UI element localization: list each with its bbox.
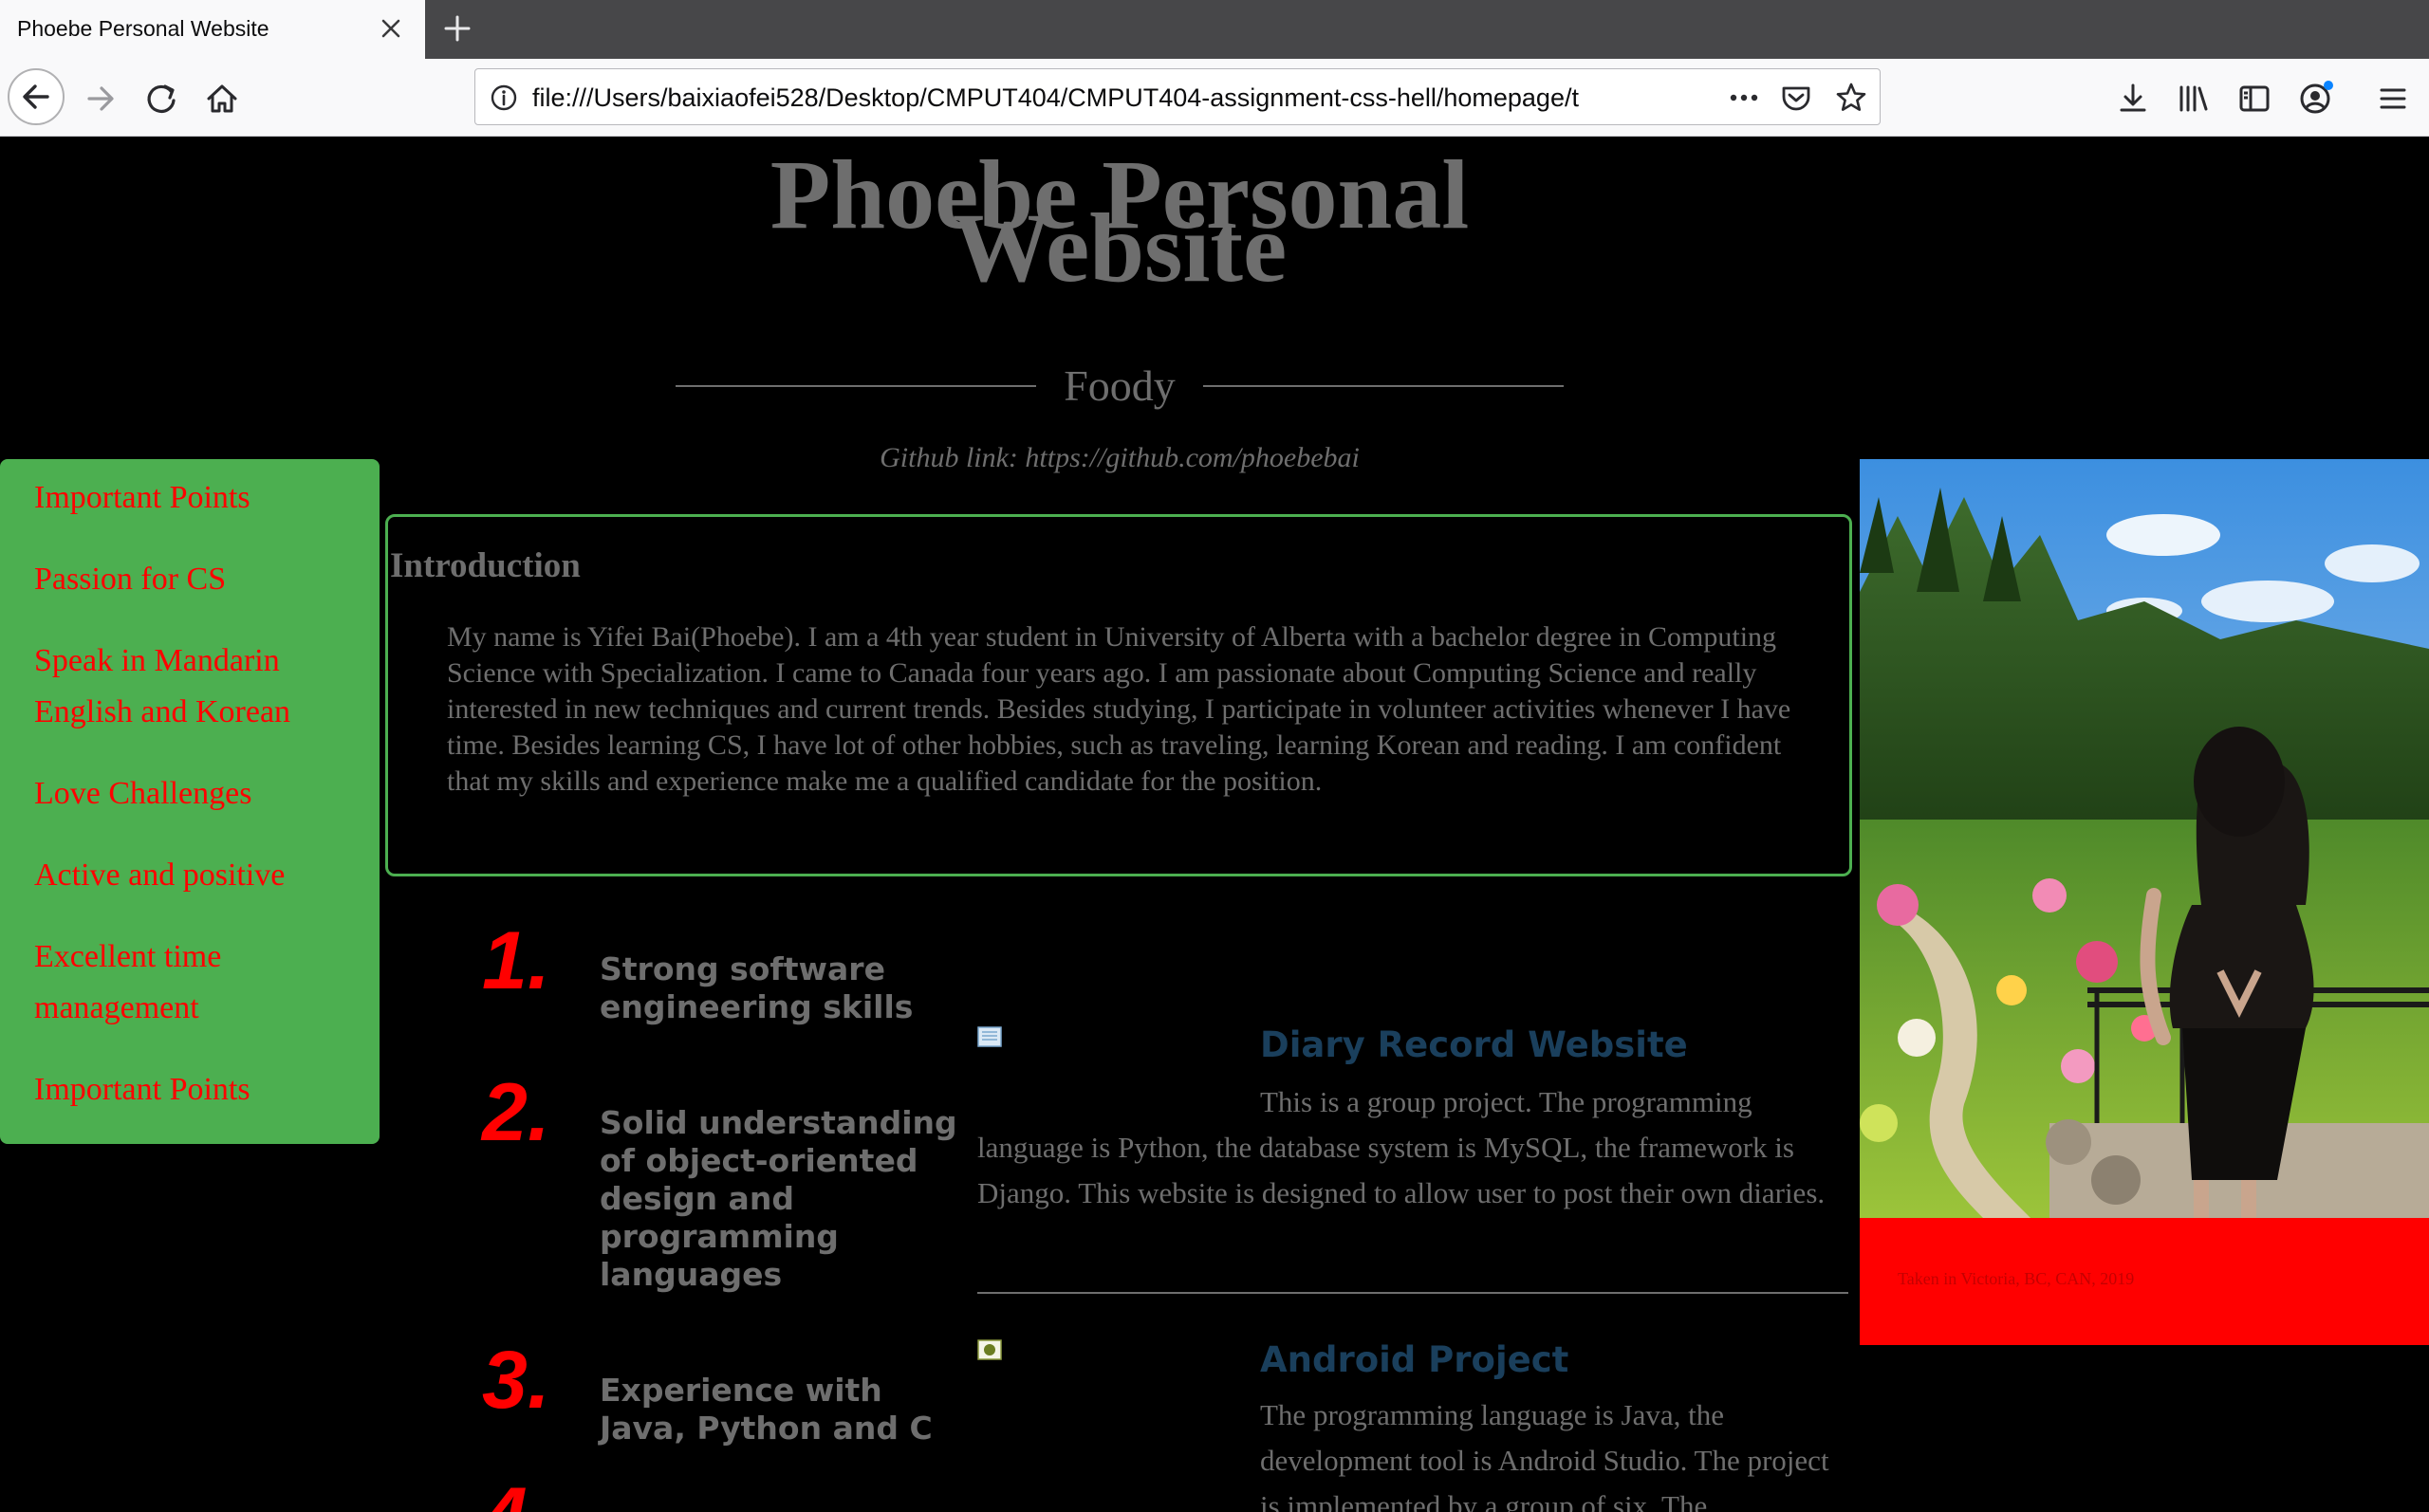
web-page: Phoebe Personal Website Foody Github lin…	[0, 137, 2429, 1512]
account-icon[interactable]	[2296, 80, 2334, 118]
sidebar-item-challenges[interactable]: Love Challenges	[34, 768, 357, 820]
photo-caption: Taken in Victoria, BC, CAN, 2019	[1898, 1269, 2135, 1288]
tab-title: Phoebe Personal Website	[17, 16, 269, 41]
menu-icon[interactable]	[2374, 80, 2412, 118]
sidebar-item-passion[interactable]: Passion for CS	[34, 554, 357, 605]
skill-number: 1.	[482, 915, 550, 1006]
downloads-icon[interactable]	[2114, 80, 2152, 118]
project-title[interactable]: Android Project	[1260, 1339, 1568, 1380]
project-description: This is a group project. The programming…	[977, 1085, 1826, 1209]
project-description: The programming language is Java, the de…	[1260, 1398, 1829, 1512]
site-subtitle: Foody	[1064, 361, 1176, 410]
arrow-left-icon	[23, 84, 49, 109]
forward-icon[interactable]	[76, 74, 125, 123]
skill-text: Solid understanding of object-oriented d…	[600, 1104, 957, 1293]
introduction-heading: Introduction	[390, 546, 581, 585]
broken-image-icon	[977, 1339, 1002, 1360]
skill-number: 4.	[482, 1476, 577, 1512]
skill-number: 2.	[482, 1067, 550, 1158]
address-bar[interactable]: file:///Users/baixiaofei528/Desktop/CMPU…	[474, 68, 1881, 125]
sidebar-item-important-points[interactable]: Important Points	[34, 472, 357, 524]
new-tab-icon[interactable]	[438, 9, 476, 47]
page-actions-icon[interactable]	[1726, 82, 1762, 114]
sidebar-item-languages[interactable]: Speak in Mandarin English and Korean	[34, 636, 357, 738]
skill-text: Experience with Java, Python and C	[600, 1372, 933, 1447]
profile-photo	[1860, 459, 2429, 1218]
photo-caption-bar: Taken in Victoria, BC, CAN, 2019	[1860, 1218, 2429, 1345]
url-text[interactable]: file:///Users/baixiaofei528/Desktop/CMPU…	[532, 83, 1666, 113]
home-icon[interactable]	[197, 74, 247, 123]
skill-text: Strong software engineering skills	[600, 950, 914, 1025]
sidebar: Important Points Passion for CS Speak in…	[0, 459, 380, 1144]
project-title[interactable]: Diary Record Website	[1260, 1024, 1688, 1065]
back-button[interactable]	[8, 68, 65, 125]
info-icon[interactable]	[489, 83, 519, 113]
browser-tab[interactable]: Phoebe Personal Website	[0, 0, 425, 59]
subtitle-divider-left	[676, 385, 1036, 387]
sidebar-item-time-management[interactable]: Excellent time management	[34, 931, 357, 1034]
github-link[interactable]: Github link: https://github.com/phoebeba…	[664, 442, 1575, 474]
skill-number: 3.	[482, 1335, 550, 1426]
pocket-icon[interactable]	[1779, 82, 1813, 114]
project-divider	[977, 1292, 1848, 1294]
site-title: Phoebe Personal Website	[769, 140, 1470, 303]
sidebar-item-active[interactable]: Active and positive	[34, 850, 357, 901]
bookmark-star-icon[interactable]	[1834, 81, 1868, 115]
subtitle-divider-right	[1203, 385, 1564, 387]
close-tab-icon[interactable]	[374, 11, 408, 46]
library-icon[interactable]	[2175, 80, 2213, 118]
reload-icon[interactable]	[137, 74, 186, 123]
navigation-toolbar: file:///Users/baixiaofei528/Desktop/CMPU…	[0, 59, 2429, 137]
broken-image-icon	[977, 1026, 1002, 1047]
subtitle-block: Foody	[676, 360, 1564, 417]
sidebar-toggle-icon[interactable]	[2235, 80, 2273, 118]
sidebar-item-important-points-2[interactable]: Important Points	[34, 1064, 357, 1116]
tab-strip: Phoebe Personal Website	[0, 0, 2429, 59]
introduction-box: Introduction My name is Yifei Bai(Phoebe…	[385, 514, 1852, 876]
introduction-text: My name is Yifei Bai(Phoebe). I am a 4th…	[447, 621, 1791, 797]
